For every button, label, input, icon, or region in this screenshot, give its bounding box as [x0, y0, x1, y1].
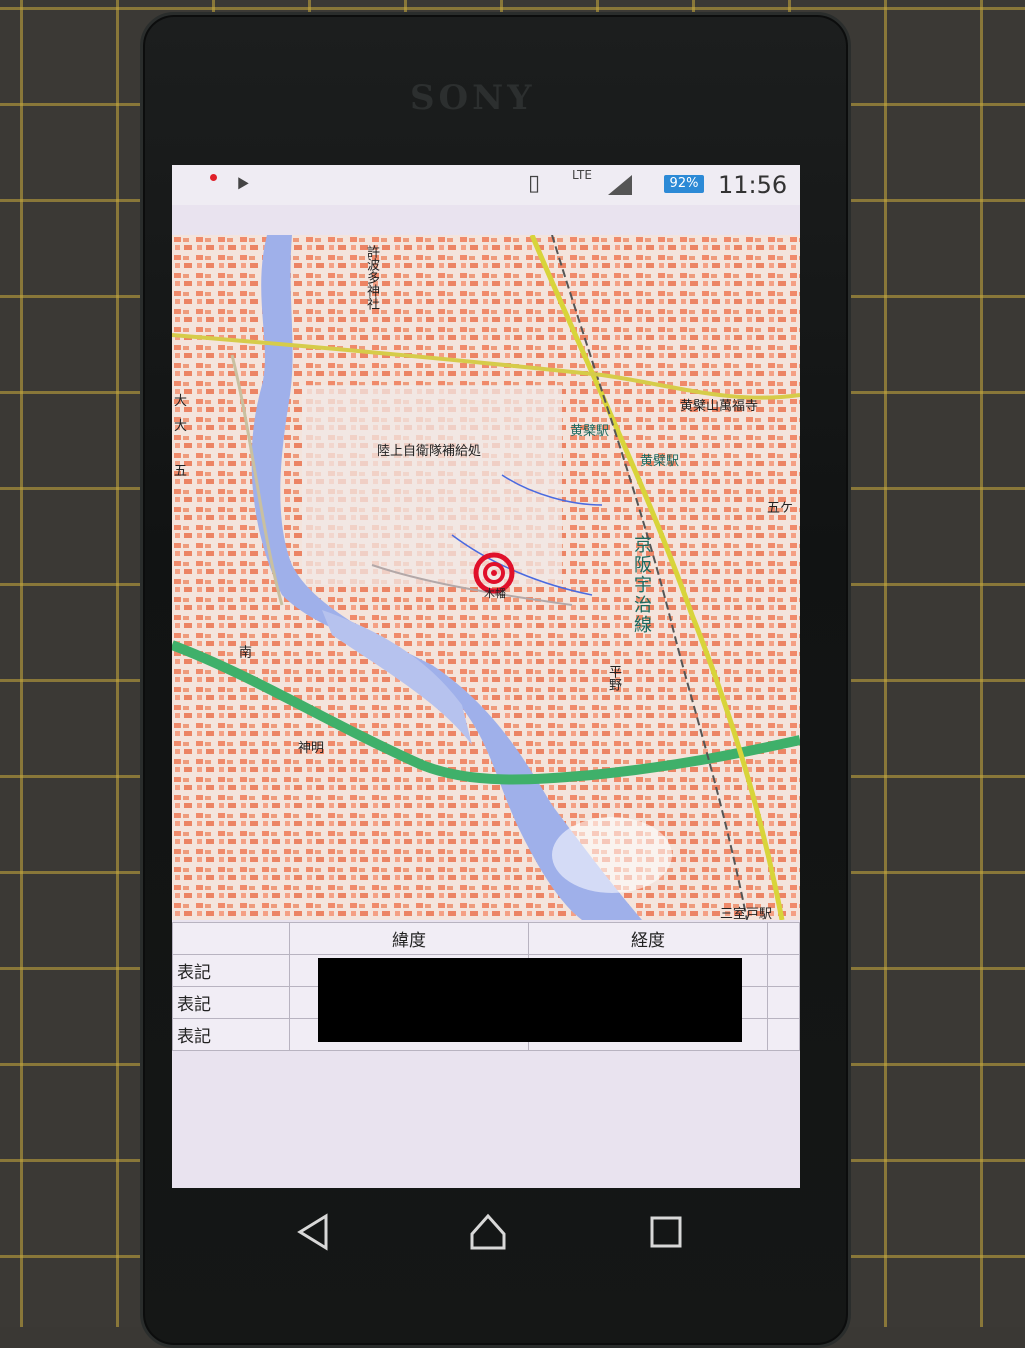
notification-dot-icon: [210, 174, 217, 181]
row-label: 表記: [172, 1018, 290, 1051]
map-base: [172, 235, 800, 920]
map-label-jgsdf: 陸上自衛隊補給処: [377, 444, 482, 459]
map-label-mimurodo: 三室戸駅: [720, 907, 773, 920]
table-header-row: 緯度 経度: [172, 922, 800, 955]
android-nav-bar: [172, 1188, 800, 1298]
map-label-hirano: 平野: [606, 665, 621, 691]
row-label: 表記: [172, 986, 290, 1019]
signal-icon: [608, 175, 632, 195]
row-label: 表記: [172, 954, 290, 987]
table-header-cell: [172, 922, 290, 955]
map-view[interactable]: 許波多神社 陸上自衛隊補給処 黄檗駅 黄檗駅 黄檗山萬福寺 京阪宇治線 五ケ 三…: [172, 235, 800, 920]
extra-cell: [767, 986, 800, 1019]
map-label-manpukuji: 黄檗山萬福寺: [680, 399, 759, 414]
extra-cell: [767, 1018, 800, 1051]
recents-square-icon[interactable]: [646, 1212, 686, 1252]
table-header-latitude: 緯度: [289, 922, 529, 955]
map-label-gokasho: 五ケ: [767, 501, 794, 516]
map-label-keihan-line: 京阪宇治線: [631, 535, 652, 635]
brand-logo: SONY: [410, 78, 536, 118]
map-label-left-2: 大: [174, 419, 188, 434]
vibrate-icon: ▯: [528, 171, 541, 196]
map-label-shrine: 許波多神社: [364, 245, 379, 310]
status-bar: ⯈ ▯ LTE 92% 11:56: [172, 165, 800, 205]
map-label-obaku-station-2: 黄檗駅: [640, 454, 680, 469]
map-label-left-1: 大: [174, 394, 188, 409]
map-label-obaku-station: 黄檗駅: [570, 424, 610, 439]
table-header-cell: [767, 922, 800, 955]
map-label-shinmei: 神明: [298, 741, 325, 756]
lte-indicator: LTE: [572, 168, 592, 182]
map-label-marker: 木幡: [484, 587, 506, 600]
notification-icon: ⯈: [234, 173, 252, 198]
battery-icon: 92%: [664, 175, 704, 193]
redaction-box: [318, 958, 742, 1042]
phone-screen: ⯈ ▯ LTE 92% 11:56 許波多神社 陸上自衛隊補給処 黄檗駅 黄檗駅…: [172, 165, 800, 1188]
clock-time: 11:56: [718, 171, 788, 199]
extra-cell: [767, 954, 800, 987]
back-triangle-icon[interactable]: [294, 1212, 334, 1252]
table-header-longitude: 経度: [528, 922, 768, 955]
home-icon[interactable]: [468, 1212, 508, 1252]
map-label-left-3: 五: [174, 464, 188, 479]
map-label-minami: 南: [236, 645, 251, 658]
